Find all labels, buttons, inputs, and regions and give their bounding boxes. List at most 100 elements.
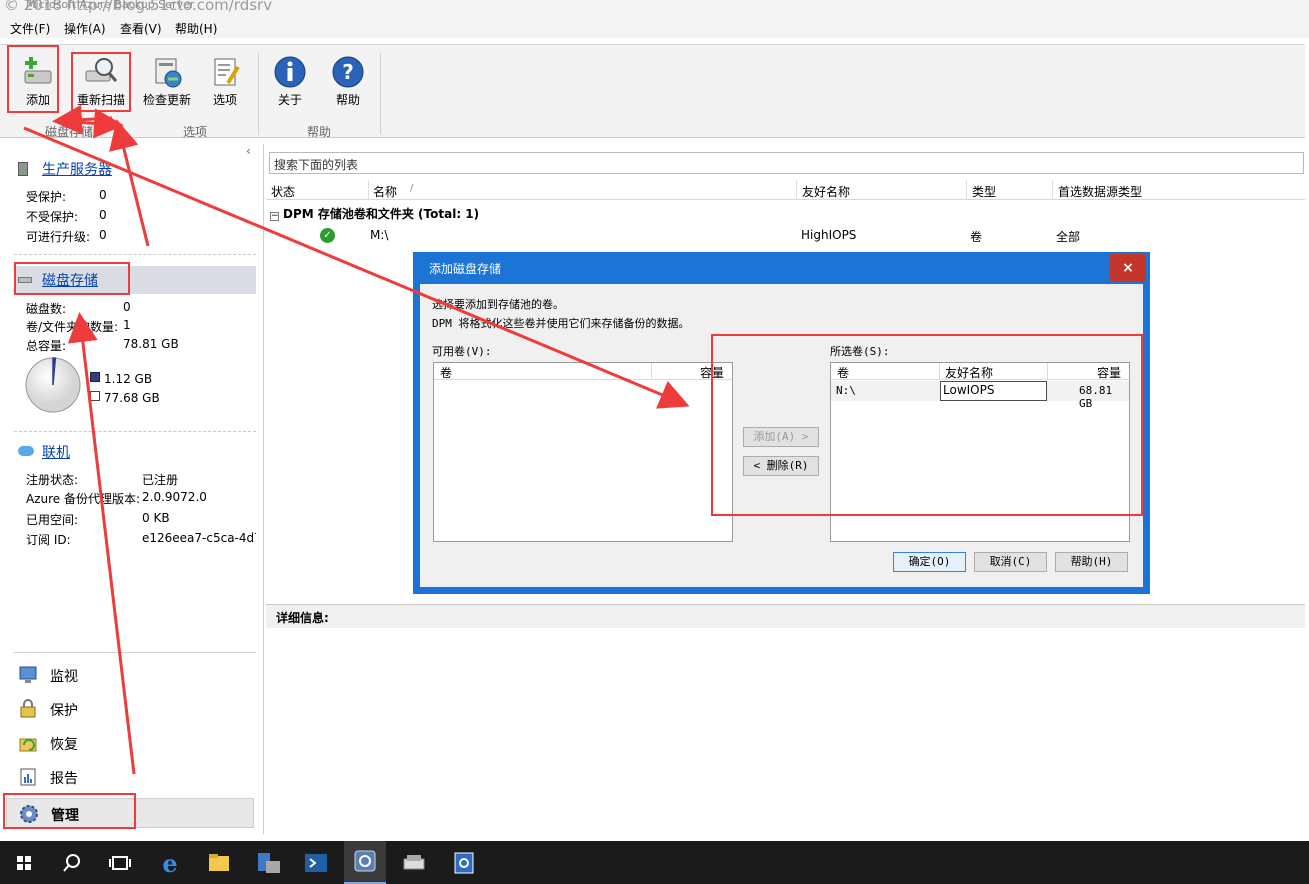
info-icon: [273, 55, 307, 89]
help-icon: ?: [331, 55, 365, 89]
workspace-protection-label: 保护: [50, 703, 78, 719]
workspace-recovery[interactable]: 恢复: [6, 728, 254, 758]
disk-count-value: 0: [123, 300, 131, 314]
highlight-management: [3, 793, 136, 829]
column-separator: [651, 363, 652, 380]
upgradable-value: 0: [99, 228, 107, 242]
free-legend-label: 77.68 GB: [104, 391, 160, 405]
ie-icon[interactable]: e: [154, 847, 186, 879]
ribbon-group-disk-storage: 磁盘存储: [45, 125, 94, 139]
available-col-volume[interactable]: 卷: [440, 364, 452, 381]
col-preferred-source[interactable]: 首选数据源类型: [1058, 183, 1142, 200]
section-divider: [14, 254, 256, 255]
cloud-icon: [18, 446, 34, 456]
row-friendly-name: HighIOPS: [801, 228, 857, 242]
unprotected-value: 0: [99, 208, 107, 222]
highlight-add-button: [7, 45, 59, 113]
menu-file[interactable]: 文件(F): [10, 20, 50, 37]
col-status[interactable]: 状态: [271, 183, 295, 200]
agent-version-label: Azure 备份代理版本:: [26, 492, 141, 506]
col-friendly-name[interactable]: 友好名称: [802, 183, 850, 200]
highlight-selected-volumes: [711, 334, 1143, 516]
dialog-note: DPM 将格式化这些卷并使用它们来存储备份的数据。: [432, 317, 690, 330]
menu-help[interactable]: 帮助(H): [175, 20, 217, 37]
title-bar: Microsoft Azure Backup Server © 2018 htt…: [0, 0, 1309, 16]
options-label: 选项: [212, 93, 237, 107]
registration-value: 已注册: [142, 473, 179, 487]
workspace-monitoring[interactable]: 监视: [6, 660, 254, 690]
row-name: M:\: [370, 228, 389, 242]
capacity-pie-chart: [24, 356, 82, 414]
group-header[interactable]: − DPM 存储池卷和文件夹 (Total: 1): [270, 205, 479, 222]
available-header: 卷 容量: [434, 363, 732, 380]
workspace-reporting-label: 报告: [50, 771, 78, 787]
options-button[interactable]: 选项: [198, 51, 252, 111]
used-space-value: 0 KB: [142, 511, 170, 525]
help-label: 帮助: [335, 93, 360, 107]
agent-version-value: 2.0.9072.0: [142, 490, 207, 504]
check-updates-button[interactable]: 检查更新: [139, 51, 195, 111]
help-button[interactable]: ? 帮助: [321, 51, 375, 111]
column-separator: [1052, 180, 1053, 200]
free-legend-swatch: [90, 391, 100, 401]
workspace-reporting[interactable]: 报告: [6, 762, 254, 792]
ribbon-group-options: 选项: [183, 125, 208, 139]
task-view-icon[interactable]: [104, 847, 136, 879]
column-separator: [368, 180, 369, 200]
taskbar: e: [0, 841, 1309, 884]
menu-view[interactable]: 查看(V): [120, 20, 162, 37]
server-icon: [18, 162, 28, 176]
details-bar: 详细信息:: [266, 604, 1305, 628]
backup-agent-icon[interactable]: [398, 847, 430, 879]
options-icon: [208, 55, 242, 89]
col-name[interactable]: 名称: [373, 183, 397, 200]
watermark: © 2018 http://blog.51cto.com/rdsrv: [4, 0, 273, 14]
azure-backup-icon[interactable]: [344, 841, 386, 884]
column-separator: [966, 180, 967, 200]
details-label: 详细信息:: [276, 611, 329, 625]
ribbon-separator: [380, 53, 381, 135]
registration-label: 注册状态:: [26, 473, 79, 487]
unprotected-label: 不受保护:: [26, 210, 79, 224]
volume-count-label: 卷/文件夹的数量:: [26, 320, 119, 334]
monitor-icon: [18, 665, 38, 685]
online-link[interactable]: 联机: [42, 442, 70, 462]
collapse-group-icon[interactable]: −: [270, 212, 279, 221]
highlight-rescan-button: [71, 52, 131, 112]
about-label: 关于: [277, 93, 302, 107]
ribbon-separator: [258, 53, 259, 135]
menu-action[interactable]: 操作(A): [64, 20, 106, 37]
collapse-pane-icon[interactable]: ‹: [246, 144, 251, 158]
dialog-instruction: 选择要添加到存储池的卷。: [432, 298, 564, 311]
protected-label: 受保护:: [26, 190, 67, 204]
section-divider: [14, 431, 256, 432]
group-title: DPM 存储池卷和文件夹 (Total: 1): [283, 207, 480, 221]
check-updates-label: 检查更新: [142, 93, 191, 107]
used-legend-swatch: [90, 372, 100, 382]
subscription-label: 订阅 ID:: [26, 533, 71, 547]
production-servers-link[interactable]: 生产服务器: [42, 159, 112, 179]
workspace-divider: [14, 652, 256, 653]
protection-icon: [18, 699, 38, 719]
search-icon[interactable]: [56, 847, 88, 879]
col-type[interactable]: 类型: [972, 183, 996, 200]
svg-text:?: ?: [342, 60, 354, 84]
close-icon[interactable]: ×: [1110, 254, 1146, 282]
available-volumes-list[interactable]: 卷 容量: [433, 362, 733, 542]
total-capacity-value: 78.81 GB: [123, 337, 179, 351]
cancel-button[interactable]: 取消(C): [974, 552, 1047, 572]
remote-desktop-icon[interactable]: [448, 847, 480, 879]
powershell-icon[interactable]: [300, 847, 332, 879]
start-icon[interactable]: [8, 847, 40, 879]
dialog-help-button[interactable]: 帮助(H): [1055, 552, 1128, 572]
file-explorer-icon[interactable]: [203, 847, 235, 879]
ok-button[interactable]: 确定(O): [893, 552, 966, 572]
about-button[interactable]: 关于: [263, 51, 317, 111]
volume-count-value: 1: [123, 318, 131, 332]
column-header: 状态 名称 ∕ 友好名称 类型 首选数据源类型: [266, 180, 1305, 200]
menu-bar: 文件(F) 操作(A) 查看(V) 帮助(H): [0, 16, 1309, 38]
protected-value: 0: [99, 188, 107, 202]
server-manager-icon[interactable]: [252, 847, 284, 879]
search-input[interactable]: 搜索下面的列表: [269, 152, 1304, 174]
workspace-protection[interactable]: 保护: [6, 694, 254, 724]
